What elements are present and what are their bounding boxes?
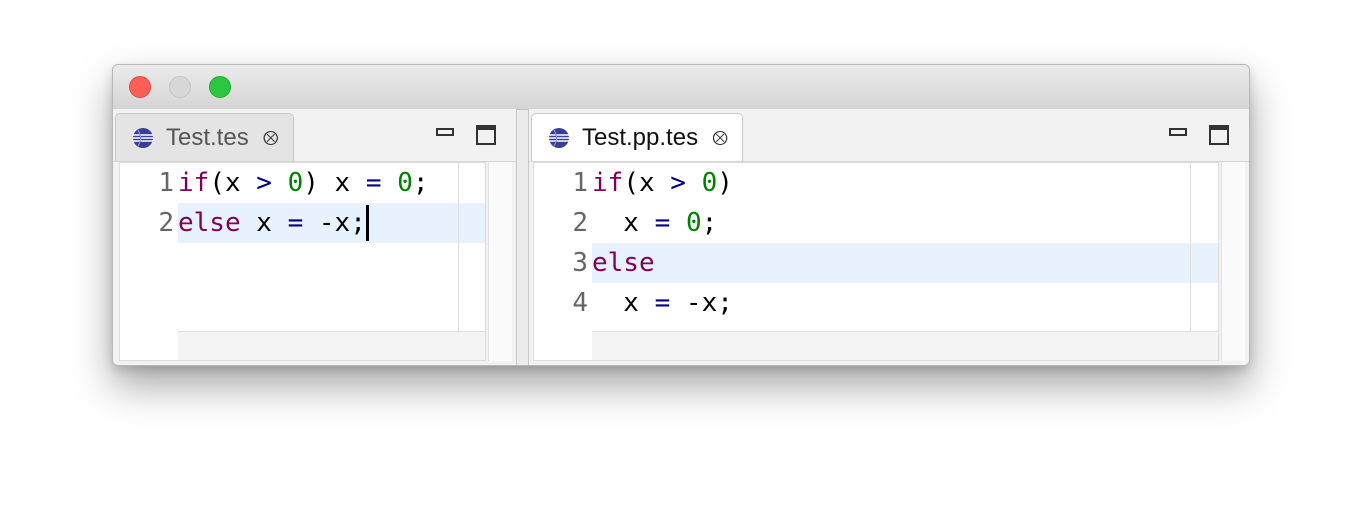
code-token: = (365, 168, 382, 198)
minimize-pane-icon[interactable] (1169, 128, 1187, 136)
text-caret (365, 205, 369, 241)
code-token: ; (701, 208, 718, 238)
code-token: = (654, 288, 671, 318)
code-token: ) x (303, 168, 366, 198)
left-editor-pane: Test.tes ⮾ 1 if (x > 0) x = 0; 2 else x = -x… (113, 109, 517, 365)
title-bar (113, 65, 1249, 110)
right-code-editor[interactable]: 1 if (x > 0) 2 x = 0; 3 else 4 x = -x; (533, 162, 1219, 361)
minimize-window-button[interactable] (169, 76, 191, 98)
code-token: 0 (397, 168, 413, 198)
tab-label: Test.pp.tes (582, 123, 699, 151)
line-number: 4 (572, 288, 588, 318)
left-tab-strip: Test.tes ⮾ (113, 109, 516, 162)
tab-test-pp-tes[interactable]: Test.pp.tes ⮾ (531, 113, 743, 161)
code-token: -x; (670, 288, 733, 318)
line-text: else x = -x; (178, 203, 485, 243)
code-token: x (592, 208, 655, 238)
code-token: > (670, 168, 686, 198)
maximize-pane-icon[interactable] (476, 125, 496, 145)
eclipse-globe-icon (133, 127, 153, 148)
line-text: else (592, 243, 1218, 283)
code-token: if (592, 168, 624, 198)
code-token: x (592, 288, 655, 318)
print-margin (1190, 163, 1191, 332)
code-token: -x; (303, 208, 366, 238)
code-token: ; (412, 168, 429, 198)
code-token: ) (717, 168, 733, 198)
tab-label: Test.tes (166, 123, 249, 151)
code-token: > (256, 168, 272, 198)
line-number: 2 (158, 208, 174, 238)
left-code-editor[interactable]: 1 if (x > 0) x = 0; 2 else x = -x; (119, 162, 486, 361)
right-pane-controls (1169, 125, 1229, 145)
close-tab-icon[interactable]: ⮾ (712, 128, 728, 148)
editor-window: Test.tes ⮾ 1 if (x > 0) x = 0; 2 else x = -x… (112, 64, 1250, 366)
code-token: 0 (685, 208, 702, 238)
line-number: 2 (572, 208, 588, 238)
code-line[interactable]: 2 x = 0; (534, 203, 1218, 243)
close-tab-icon[interactable]: ⮾ (263, 128, 279, 148)
line-number: 1 (158, 168, 174, 198)
code-token: x (240, 208, 288, 238)
horizontal-scrollbar[interactable] (592, 331, 1218, 360)
line-text: x = -x; (592, 283, 1218, 323)
code-line[interactable]: 4 x = -x; (534, 283, 1218, 323)
code-line[interactable]: 3 else (534, 243, 1218, 283)
line-number: 3 (572, 248, 588, 278)
print-margin (458, 163, 459, 332)
line-text: if (x > 0) x = 0; (178, 163, 485, 203)
minimize-pane-icon[interactable] (436, 128, 454, 136)
code-token: if (178, 168, 210, 198)
code-token: else (592, 248, 655, 278)
code-line[interactable]: 1 if (x > 0) x = 0; (120, 163, 485, 203)
line-number: 1 (572, 168, 588, 198)
tab-test-tes[interactable]: Test.tes ⮾ (115, 113, 294, 161)
code-line[interactable]: 1 if (x > 0) (534, 163, 1218, 203)
code-token: = (654, 208, 671, 238)
line-text: x = 0; (592, 203, 1218, 243)
zoom-window-button[interactable] (209, 76, 231, 98)
code-token: = (287, 208, 304, 238)
vertical-scrollbar[interactable] (488, 162, 512, 361)
right-editor-pane: Test.pp.tes ⮾ 1 if (x > 0) 2 x = 0; 3 else 4 x… (528, 109, 1249, 365)
code-line[interactable]: 2 else x = -x; (120, 203, 485, 243)
close-window-button[interactable] (129, 76, 151, 98)
maximize-pane-icon[interactable] (1209, 125, 1229, 145)
left-pane-controls (436, 125, 496, 145)
line-text: if (x > 0) (592, 163, 1218, 203)
code-token: (x (209, 168, 257, 198)
code-token: (x (623, 168, 671, 198)
right-tab-strip: Test.pp.tes ⮾ (529, 109, 1249, 162)
code-token: else (178, 208, 241, 238)
code-token: 0 (287, 168, 304, 198)
vertical-scrollbar[interactable] (1221, 162, 1245, 361)
horizontal-scrollbar[interactable] (178, 331, 485, 360)
code-token: 0 (701, 168, 718, 198)
eclipse-globe-icon (549, 127, 569, 148)
